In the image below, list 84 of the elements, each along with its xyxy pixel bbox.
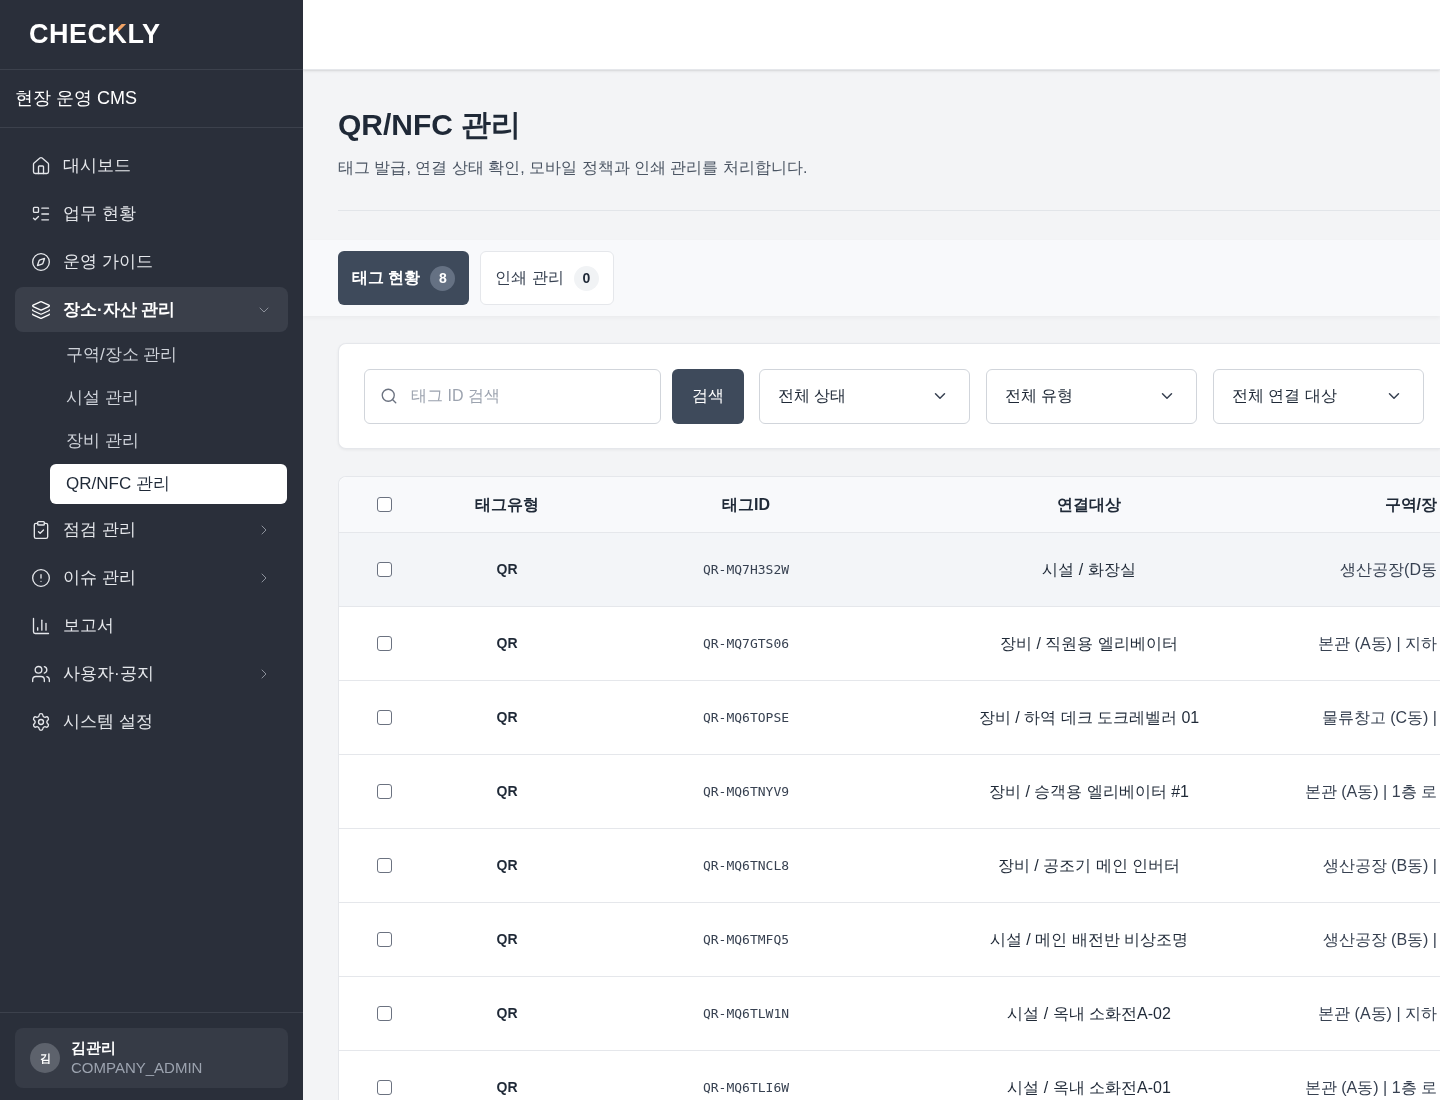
table-cell-text: QR	[496, 1078, 518, 1097]
user-name: 김관리	[71, 1038, 117, 1058]
column-header: 구역/장	[1384, 494, 1437, 515]
page-title: QR/NFC 관리	[338, 107, 523, 143]
row-checkbox[interactable]	[376, 1006, 392, 1021]
table-cell-text: QR-MQ6TLI6W	[702, 1078, 790, 1097]
select-all-checkbox[interactable]	[376, 497, 392, 512]
row-checkbox[interactable]	[376, 1080, 392, 1095]
avatar: 김	[30, 1043, 60, 1073]
nav-subitem[interactable]: 장비 관리	[50, 421, 287, 461]
nav-item[interactable]: 장소·자산 관리	[15, 287, 288, 332]
nav-item[interactable]: 보고서	[15, 603, 288, 648]
nav-item[interactable]: 사용자·공지	[15, 651, 288, 696]
alert-circle-icon	[31, 567, 51, 588]
table-cell-text: QR-MQ6TLW1N	[702, 1004, 790, 1023]
search-button[interactable]: 검색	[672, 368, 744, 424]
column-header: 태그ID	[722, 494, 770, 515]
table-cell-text: 본관 (A동) | 1층 로	[1304, 781, 1437, 802]
logo: CHECKLY	[29, 21, 161, 48]
search-icon	[380, 386, 398, 405]
table-cell-text: 본관 (A동) | 지하	[1318, 1003, 1437, 1024]
table-cell-text: 본관 (A동) | 1층 로	[1304, 1077, 1437, 1098]
row-checkbox[interactable]	[376, 562, 392, 577]
nav-subitem[interactable]: 구역/장소 관리	[50, 335, 287, 375]
tab[interactable]: 인쇄 관리 0	[480, 251, 614, 305]
table-cell-text: 시설 / 옥내 소화전A-01	[1007, 1077, 1171, 1098]
row-checkbox[interactable]	[376, 858, 392, 873]
table-cell-text: QR	[496, 560, 518, 579]
user-card[interactable]: 김 김관리 COMPANY_ADMIN	[15, 1028, 288, 1088]
house-icon	[31, 155, 51, 176]
count-badge: 8	[430, 265, 456, 291]
nav-item[interactable]: 이슈 관리	[15, 555, 288, 600]
table-cell-text: QR-MQ6TNYV9	[702, 782, 790, 801]
table-cell-text: QR-MQ6TMFQ5	[702, 930, 790, 949]
table-cell-text: 장비 / 공조기 메인 인버터	[997, 855, 1181, 876]
bar-chart-icon	[31, 615, 51, 636]
row-checkbox[interactable]	[376, 932, 392, 947]
nav-item[interactable]: 점검 관리	[15, 507, 288, 552]
table-cell-text: 장비 / 승객용 엘리베이터 #1	[989, 781, 1189, 802]
search-field[interactable]: 태그 ID 검색	[364, 368, 661, 424]
table-cell-text: 본관 (A동) | 지하	[1318, 633, 1437, 654]
table-cell-text: QR	[496, 930, 518, 949]
nav-subitem[interactable]: QR/NFC 관리	[50, 464, 287, 504]
filter-dropdown[interactable]: 전체 상태	[759, 368, 970, 424]
row-checkbox[interactable]	[376, 710, 392, 725]
column-header: 태그유형	[475, 494, 539, 515]
filter-dropdown[interactable]: 전체 연결 대상	[1213, 368, 1424, 424]
table-cell-text: 장비 / 하역 데크 도크레벨러 01	[978, 707, 1200, 728]
user-role: COMPANY_ADMIN	[71, 1058, 203, 1078]
table-cell-text: 시설 / 메인 배전반 비상조명	[989, 929, 1189, 950]
table-cell-text: 생산공장 (B동) |	[1322, 855, 1437, 876]
table-cell-text: 물류창고 (C동) |	[1321, 707, 1437, 728]
nav-item[interactable]: 시스템 설정	[15, 699, 288, 744]
compass-icon	[31, 251, 51, 272]
table-cell-text: QR	[496, 1004, 518, 1023]
workspace-title: 현장 운영 CMS	[15, 87, 137, 110]
table-cell-text: QR	[496, 856, 518, 875]
filter-dropdown[interactable]: 전체 유형	[986, 368, 1197, 424]
settings-icon	[31, 711, 51, 732]
nav-item[interactable]: 대시보드	[15, 143, 288, 188]
table-cell-text: QR-MQ6TOPSE	[702, 708, 790, 727]
table-cell-text: 장비 / 직원용 엘리베이터	[1000, 633, 1178, 654]
clipboard-check-icon	[31, 519, 51, 540]
layers-icon	[31, 299, 51, 320]
table-cell-text: QR	[496, 634, 518, 653]
table-cell-text: 시설 / 옥내 소화전A-02	[1007, 1003, 1171, 1024]
nav-item[interactable]: 운영 가이드	[15, 239, 288, 284]
row-checkbox[interactable]	[376, 636, 392, 651]
tab[interactable]: 태그 현황 8	[338, 251, 470, 305]
users-icon	[31, 663, 51, 684]
table-cell-text: QR	[496, 782, 518, 801]
table-cell-text: 생산공장 (B동) |	[1322, 929, 1437, 950]
nav-item[interactable]: 업무 현황	[15, 191, 288, 236]
table-cell-text: 생산공장(D동	[1340, 559, 1437, 580]
count-badge: 0	[573, 265, 599, 291]
nav-subitem[interactable]: 시설 관리	[50, 378, 287, 418]
table-cell-text: QR	[496, 708, 518, 727]
table-cell-text: QR-MQ7H3S2W	[702, 560, 790, 579]
table-cell-text: 시설 / 화장실	[1042, 559, 1136, 580]
table-cell-text: QR-MQ6TNCL8	[702, 856, 790, 875]
row-checkbox[interactable]	[376, 784, 392, 799]
column-header: 연결대상	[1057, 494, 1121, 515]
page-description: 태그 발급, 연결 상태 확인, 모바일 정책과 인쇄 관리를 처리합니다.	[338, 158, 809, 178]
table-cell-text: QR-MQ7GTS06	[702, 634, 790, 653]
